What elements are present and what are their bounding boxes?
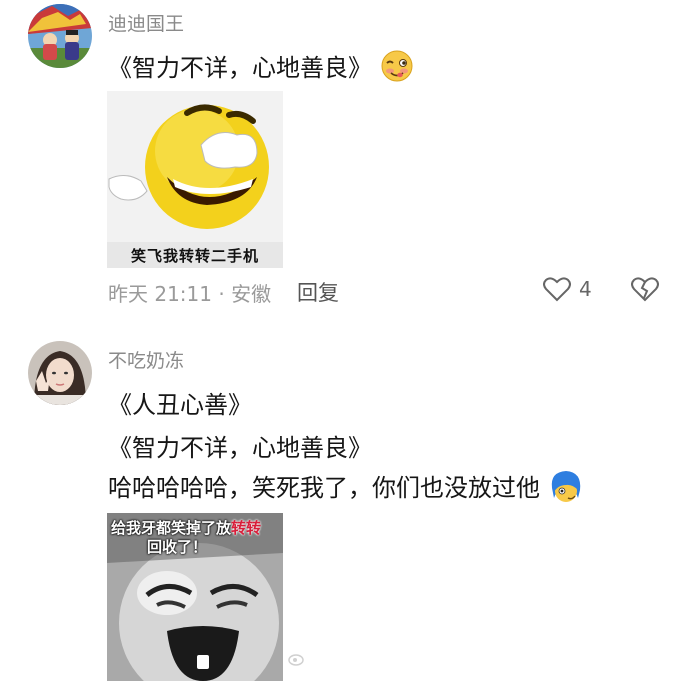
reply-button[interactable]: 回复: [297, 277, 339, 307]
comment-text-line: 哈哈哈哈哈，笑死我了，你们也没放过他: [108, 468, 584, 510]
wink-tongue-emoji-icon: [380, 49, 414, 89]
dislike-button[interactable]: [631, 276, 659, 306]
watermark: [288, 652, 306, 666]
comment-text-content: 哈哈哈哈哈，笑死我了，你们也没放过他: [108, 474, 540, 502]
like-button[interactable]: 4: [543, 276, 592, 302]
meme-caption-highlight: 转转: [231, 519, 262, 537]
like-count: 4: [579, 277, 592, 301]
image-caption: 笑飞我转转二手机: [107, 242, 283, 268]
meme-caption-text: 回收了！: [147, 538, 208, 556]
username[interactable]: 迪迪国王: [108, 9, 184, 36]
comment-image[interactable]: 给我牙都笑掉了放转转 回收了！: [107, 513, 283, 681]
comment-text-content: 《智力不详，心地善良》: [108, 54, 372, 82]
heart-icon: [543, 277, 571, 302]
weibo-icon: [288, 654, 304, 666]
blue-hair-face-emoji-icon: [548, 468, 584, 510]
comment-text: 《智力不详，心地善良》: [108, 48, 414, 89]
comment-text-line: 《智力不详，心地善良》: [108, 434, 372, 462]
comment-text-line: 《人丑心善》: [108, 391, 252, 419]
avatar[interactable]: [28, 341, 92, 405]
avatar[interactable]: [28, 4, 92, 68]
comment-image[interactable]: 笑飞我转转二手机: [107, 91, 283, 268]
username[interactable]: 不吃奶冻: [108, 346, 184, 373]
timestamp-location: 昨天 21:11 · 安徽: [108, 282, 272, 306]
broken-heart-icon: [631, 277, 659, 302]
meme-caption-text: 给我牙都笑掉了放: [111, 519, 232, 537]
meme-caption: 给我牙都笑掉了放转转 回收了！: [111, 519, 261, 557]
